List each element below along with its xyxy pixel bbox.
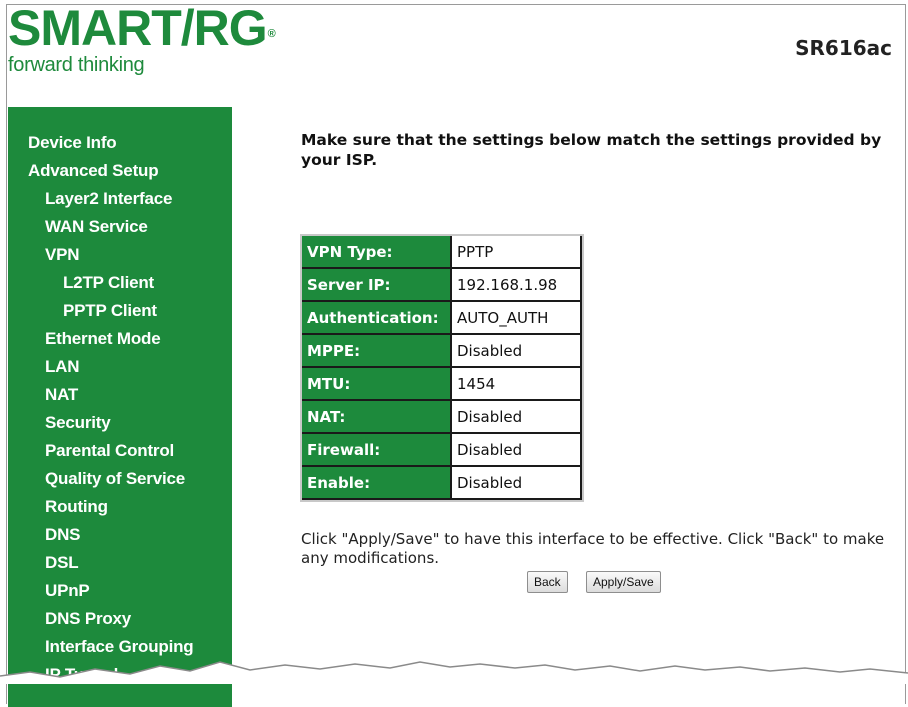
table-row: NAT: Disabled	[302, 401, 582, 434]
row-label: VPN Type:	[302, 236, 452, 269]
instruction-text: Click "Apply/Save" to have this interfac…	[301, 530, 885, 567]
sidebar-item-pptp-client[interactable]: PPTP Client	[63, 301, 157, 321]
row-label: Server IP:	[302, 269, 452, 302]
brand-name: SMART/RG	[8, 0, 268, 56]
sidebar-item-dns-proxy[interactable]: DNS Proxy	[45, 609, 131, 629]
row-value: Disabled	[452, 335, 582, 368]
table-row: MPPE: Disabled	[302, 335, 582, 368]
sidebar-item-wan-service[interactable]: WAN Service	[45, 217, 148, 237]
table-row: Server IP: 192.168.1.98	[302, 269, 582, 302]
row-value: AUTO_AUTH	[452, 302, 582, 335]
sidebar-item-quality-of-service[interactable]: Quality of Service	[45, 469, 185, 489]
row-value: 192.168.1.98	[452, 269, 582, 302]
sidebar-item-upnp[interactable]: UPnP	[45, 581, 90, 601]
sidebar-item-advanced-setup[interactable]: Advanced Setup	[28, 161, 159, 181]
registered-mark: ®	[267, 28, 276, 40]
row-label: Authentication:	[302, 302, 452, 335]
brand-logo: SMART/RG®	[8, 0, 276, 56]
sidebar-item-parental-control[interactable]: Parental Control	[45, 441, 174, 461]
table-row: VPN Type: PPTP	[302, 236, 582, 269]
row-value: Disabled	[452, 401, 582, 434]
sidebar-item-routing[interactable]: Routing	[45, 497, 108, 517]
row-value: Disabled	[452, 467, 582, 500]
device-model: SR616ac	[795, 36, 892, 60]
row-value: Disabled	[452, 434, 582, 467]
row-label: MPPE:	[302, 335, 452, 368]
row-label: NAT:	[302, 401, 452, 434]
table-row: MTU: 1454	[302, 368, 582, 401]
row-label: Enable:	[302, 467, 452, 500]
sidebar-item-dsl[interactable]: DSL	[45, 553, 79, 573]
sidebar-item-lan[interactable]: LAN	[45, 357, 80, 377]
apply-save-button[interactable]: Apply/Save	[586, 571, 661, 593]
back-button[interactable]: Back	[527, 571, 568, 593]
row-value: 1454	[452, 368, 582, 401]
intro-text: Make sure that the settings below match …	[301, 131, 882, 169]
row-label: Firewall:	[302, 434, 452, 467]
sidebar-item-layer2-interface[interactable]: Layer2 Interface	[45, 189, 172, 209]
sidebar-item-l2tp-client[interactable]: L2TP Client	[63, 273, 154, 293]
row-value: PPTP	[452, 236, 582, 269]
sidebar-item-dns[interactable]: DNS	[45, 525, 80, 545]
sidebar-item-security[interactable]: Security	[45, 413, 111, 433]
sidebar: Device Info Advanced Setup Layer2 Interf…	[8, 107, 232, 707]
sidebar-item-vpn[interactable]: VPN	[45, 245, 80, 265]
sidebar-item-device-info[interactable]: Device Info	[28, 133, 117, 153]
vpn-summary-table: VPN Type: PPTP Server IP: 192.168.1.98 A…	[300, 234, 584, 502]
sidebar-item-nat[interactable]: NAT	[45, 385, 78, 405]
table-row: Authentication: AUTO_AUTH	[302, 302, 582, 335]
sidebar-item-ethernet-mode[interactable]: Ethernet Mode	[45, 329, 161, 349]
torn-edge-graphic	[0, 661, 908, 684]
brand-tagline: forward thinking	[8, 54, 145, 76]
row-label: MTU:	[302, 368, 452, 401]
table-row: Firewall: Disabled	[302, 434, 582, 467]
table-row: Enable: Disabled	[302, 467, 582, 500]
